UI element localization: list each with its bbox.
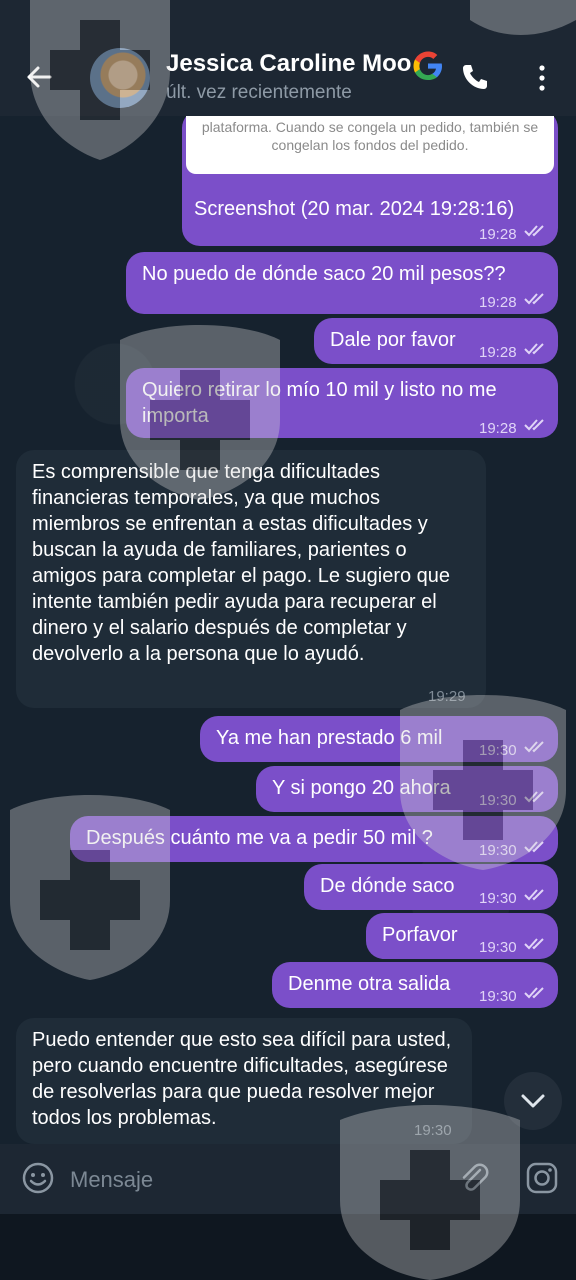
message-bubble[interactable]: Ya me han prestado 6 mil 19:30: [200, 716, 558, 762]
message-input[interactable]: [68, 1162, 432, 1198]
message-time: 19:30: [414, 1122, 452, 1139]
contact-name[interactable]: Jessica Caroline Moo: [166, 50, 412, 82]
contact-status: últ. vez recientemente: [166, 82, 352, 103]
double-check-icon: [524, 741, 544, 753]
double-check-icon: [524, 791, 544, 803]
double-check-icon: [524, 225, 544, 237]
message-bubble[interactable]: De dónde saco 19:30: [304, 864, 558, 910]
avatar[interactable]: [90, 48, 150, 108]
message-text: Denme otra salida: [288, 973, 451, 995]
more-vertical-icon[interactable]: [530, 64, 554, 92]
double-check-icon: [524, 419, 544, 431]
emoji-icon[interactable]: [20, 1160, 56, 1196]
message-composer: [0, 1144, 576, 1214]
screenshot-image-text: plataforma. Cuando se congela un pedido,…: [201, 119, 539, 153]
message-time: 19:30: [479, 742, 517, 759]
message-time: 19:30: [479, 939, 517, 956]
google-icon: [413, 51, 442, 80]
message-bubble[interactable]: Después cuánto me va a pedir 50 mil ? 19…: [70, 816, 558, 862]
double-check-icon: [524, 938, 544, 950]
message-time: 19:28: [479, 344, 517, 361]
message-bubble[interactable]: Dale por favor 19:28: [314, 318, 558, 364]
message-bubble[interactable]: Denme otra salida 19:30: [272, 962, 558, 1008]
message-text: Quiero retirar lo mío 10 mil y listo no …: [142, 379, 497, 427]
chevron-down-icon: [521, 1094, 545, 1108]
message-bubble[interactable]: Quiero retirar lo mío 10 mil y listo no …: [126, 368, 558, 438]
message-text: Puedo entender que esto sea difícil para…: [32, 1029, 452, 1129]
double-check-icon: [524, 293, 544, 305]
message-bubble-incoming[interactable]: Puedo entender que esto sea difícil para…: [16, 1018, 472, 1144]
message-text: De dónde saco: [320, 875, 455, 897]
message-time: 19:28: [479, 226, 517, 243]
message-bubble[interactable]: No puedo de dónde saco 20 mil pesos?? 19…: [126, 252, 558, 314]
message-bubble[interactable]: Y si pongo 20 ahora 19:30: [256, 766, 558, 812]
chat-header: Jessica Caroline Moo últ. vez recienteme…: [0, 0, 576, 116]
message-text: Después cuánto me va a pedir 50 mil ?: [86, 827, 433, 849]
scroll-down-button[interactable]: [504, 1072, 562, 1130]
message-text: Porfavor: [382, 924, 458, 946]
message-time: 19:30: [479, 890, 517, 907]
message-bubble[interactable]: Porfavor 19:30: [366, 913, 558, 959]
system-nav-area: [0, 1214, 576, 1280]
message-text: Ya me han prestado 6 mil: [216, 727, 443, 749]
double-check-icon: [524, 987, 544, 999]
message-text: Es comprensible que tenga dificultades f…: [32, 461, 451, 665]
message-text: No puedo de dónde saco 20 mil pesos??: [142, 263, 506, 285]
phone-icon[interactable]: [460, 62, 490, 92]
paperclip-icon[interactable]: [456, 1160, 492, 1196]
message-time: 19:28: [479, 420, 517, 437]
message-time: 19:30: [479, 988, 517, 1005]
double-check-icon: [524, 841, 544, 853]
double-check-icon: [524, 343, 544, 355]
message-text: Y si pongo 20 ahora: [272, 777, 451, 799]
double-check-icon: [524, 889, 544, 901]
message-bubble-incoming[interactable]: Es comprensible que tenga dificultades f…: [16, 450, 486, 708]
message-image-bubble[interactable]: plataforma. Cuando se congela un pedido,…: [182, 110, 558, 246]
instagram-icon[interactable]: [524, 1160, 560, 1196]
message-text: Dale por favor: [330, 329, 456, 351]
message-time: 19:30: [479, 792, 517, 809]
message-time: 19:28: [479, 294, 517, 311]
message-text: Screenshot (20 mar. 2024 19:28:16): [194, 198, 515, 220]
message-time: 19:29: [428, 688, 466, 705]
screenshot-image[interactable]: plataforma. Cuando se congela un pedido,…: [186, 114, 554, 174]
message-time: 19:30: [479, 842, 517, 859]
back-arrow-icon[interactable]: [22, 60, 56, 94]
